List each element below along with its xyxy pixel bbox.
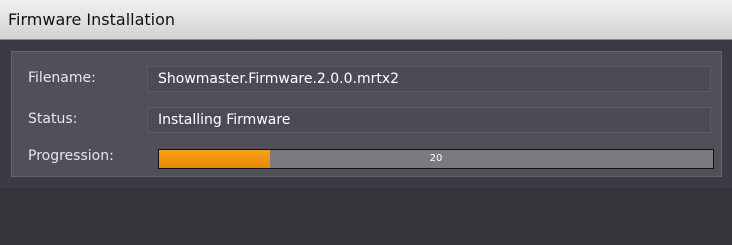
status-label: Status:	[28, 111, 78, 127]
dialog-footer	[0, 188, 732, 245]
installation-panel: Filename: Showmaster.Firmware.2.0.0.mrtx…	[11, 51, 722, 177]
status-field: Installing Firmware	[147, 107, 711, 133]
title-bar[interactable]: Firmware Installation	[0, 0, 732, 40]
filename-field: Showmaster.Firmware.2.0.0.mrtx2	[147, 66, 711, 92]
window-title: Firmware Installation	[8, 10, 176, 29]
progression-label: Progression:	[28, 148, 114, 164]
firmware-installation-window: Firmware Installation Filename: Showmast…	[0, 0, 732, 245]
filename-value: Showmaster.Firmware.2.0.0.mrtx2	[158, 71, 400, 87]
progress-bar: 20	[158, 149, 714, 169]
status-value: Installing Firmware	[158, 112, 291, 128]
status-row: Status: Installing Firmware	[12, 105, 721, 135]
progress-percent: 20	[429, 153, 443, 164]
filename-label: Filename:	[28, 70, 96, 86]
filename-row: Filename: Showmaster.Firmware.2.0.0.mrtx…	[12, 64, 721, 94]
